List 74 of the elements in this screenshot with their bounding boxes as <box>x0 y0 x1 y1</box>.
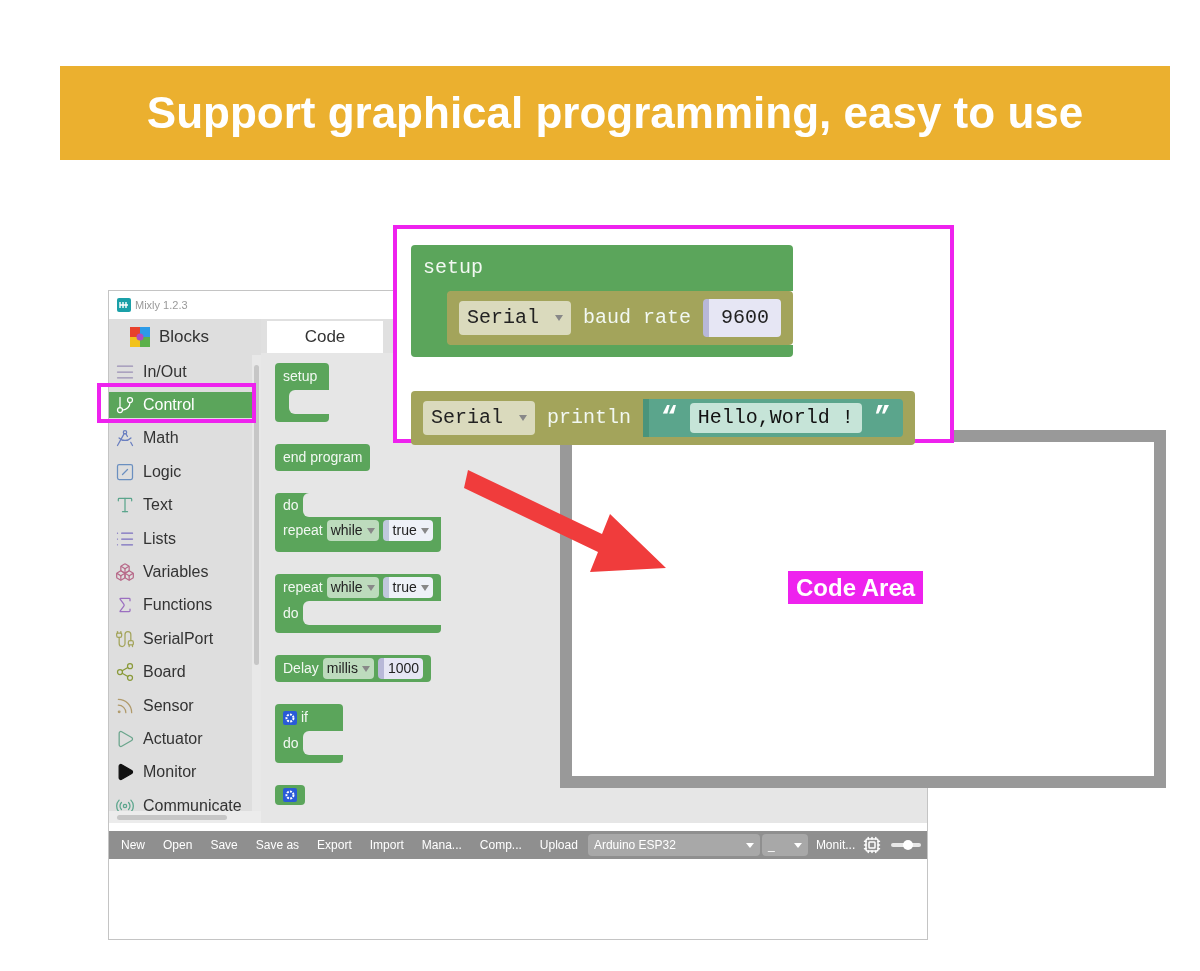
cable-icon <box>115 628 135 649</box>
block-dropdown[interactable]: Serial <box>423 401 535 435</box>
code-area-label: Code Area <box>788 571 924 604</box>
category-item[interactable]: Logic <box>109 458 252 485</box>
branch-icon <box>115 395 135 416</box>
scrollbar[interactable] <box>252 355 261 811</box>
number-field[interactable]: 9600 <box>703 299 782 337</box>
port-name: _ <box>767 837 775 854</box>
block-dropdown[interactable]: millis <box>322 658 374 679</box>
app-logo-icon <box>117 298 131 312</box>
category-item[interactable]: In/Out <box>109 358 252 385</box>
code-block[interactable]: Delay millis 1000 <box>275 655 432 682</box>
code-block[interactable]: Serial baud rate 9600 <box>447 291 794 345</box>
code-block[interactable]: repeat while true do <box>275 574 441 633</box>
quote-mark: “ <box>661 404 678 432</box>
puzzle-icon <box>129 326 151 348</box>
caret-icon <box>366 527 375 534</box>
category-item[interactable]: Math <box>109 425 252 452</box>
block-dropdown[interactable]: Serial <box>459 301 571 335</box>
quote-mark: ” <box>873 404 891 432</box>
block-label: setup <box>283 367 318 386</box>
banner-title: Support graphical programming, easy to use <box>146 87 1084 139</box>
number-field[interactable]: 1000 <box>377 658 424 679</box>
code-block[interactable]: setup Serial baud rate 9600 <box>411 245 794 357</box>
caret-icon <box>420 527 429 534</box>
block-label: baud rate <box>583 305 692 331</box>
block-label: repeat <box>283 521 323 540</box>
caret-icon <box>793 842 802 848</box>
caret-icon <box>519 415 527 421</box>
category-item[interactable]: Text <box>109 492 252 519</box>
category-item[interactable]: Board <box>109 659 252 686</box>
block-label: setup <box>423 255 483 281</box>
block-dropdown[interactable]: while <box>326 577 379 598</box>
chip-icon[interactable] <box>863 836 882 854</box>
gear-icon[interactable] <box>283 788 297 802</box>
block-label: end program <box>283 448 363 467</box>
caret-icon <box>361 665 370 672</box>
boolean-dropdown[interactable]: true <box>382 520 433 541</box>
block-label: Delay <box>283 659 319 678</box>
category-item[interactable]: Communicate <box>109 792 252 811</box>
category-item[interactable]: SerialPort <box>109 625 252 652</box>
gear-icon[interactable] <box>283 710 297 725</box>
block-dropdown[interactable]: while <box>326 520 379 541</box>
nodes-icon <box>115 662 135 683</box>
block-label: do <box>283 603 299 623</box>
blocks-heading: Blocks <box>159 326 210 349</box>
caret-icon <box>745 842 754 848</box>
board-name: Arduino ESP32 <box>593 837 676 854</box>
boxes-icon <box>115 562 135 583</box>
caret-icon <box>420 584 429 591</box>
code-block[interactable] <box>275 785 305 805</box>
code-tab[interactable]: Code <box>267 321 383 353</box>
scrollbar[interactable] <box>109 811 261 823</box>
category-item[interactable]: Monitor <box>109 759 252 786</box>
code-block[interactable]: do repeat while true <box>275 493 441 552</box>
boolean-dropdown[interactable]: true <box>382 577 433 598</box>
block-label: do <box>283 733 299 753</box>
category-item[interactable]: Variables <box>109 559 252 586</box>
code-block[interactable]: Serial println “ Hello,World ! ” <box>411 391 915 445</box>
category-item[interactable]: Sensor <box>109 692 252 719</box>
category-item[interactable]: Lists <box>109 525 252 552</box>
window-title: Mixly 1.2.3 <box>135 297 188 313</box>
category-item[interactable]: Functions <box>109 592 252 619</box>
toggle-icon[interactable] <box>891 839 922 851</box>
caret-icon <box>366 584 375 591</box>
block-label: repeat <box>283 578 323 597</box>
compass-icon <box>115 428 135 449</box>
caret-icon <box>555 315 563 321</box>
category-item[interactable]: Actuator <box>109 726 252 752</box>
block-label: println <box>547 405 632 431</box>
text-field[interactable]: Hello,World ! <box>689 403 862 433</box>
slashed-square-icon <box>115 461 135 482</box>
block-label: if <box>301 708 308 727</box>
block-label: do <box>283 495 299 515</box>
